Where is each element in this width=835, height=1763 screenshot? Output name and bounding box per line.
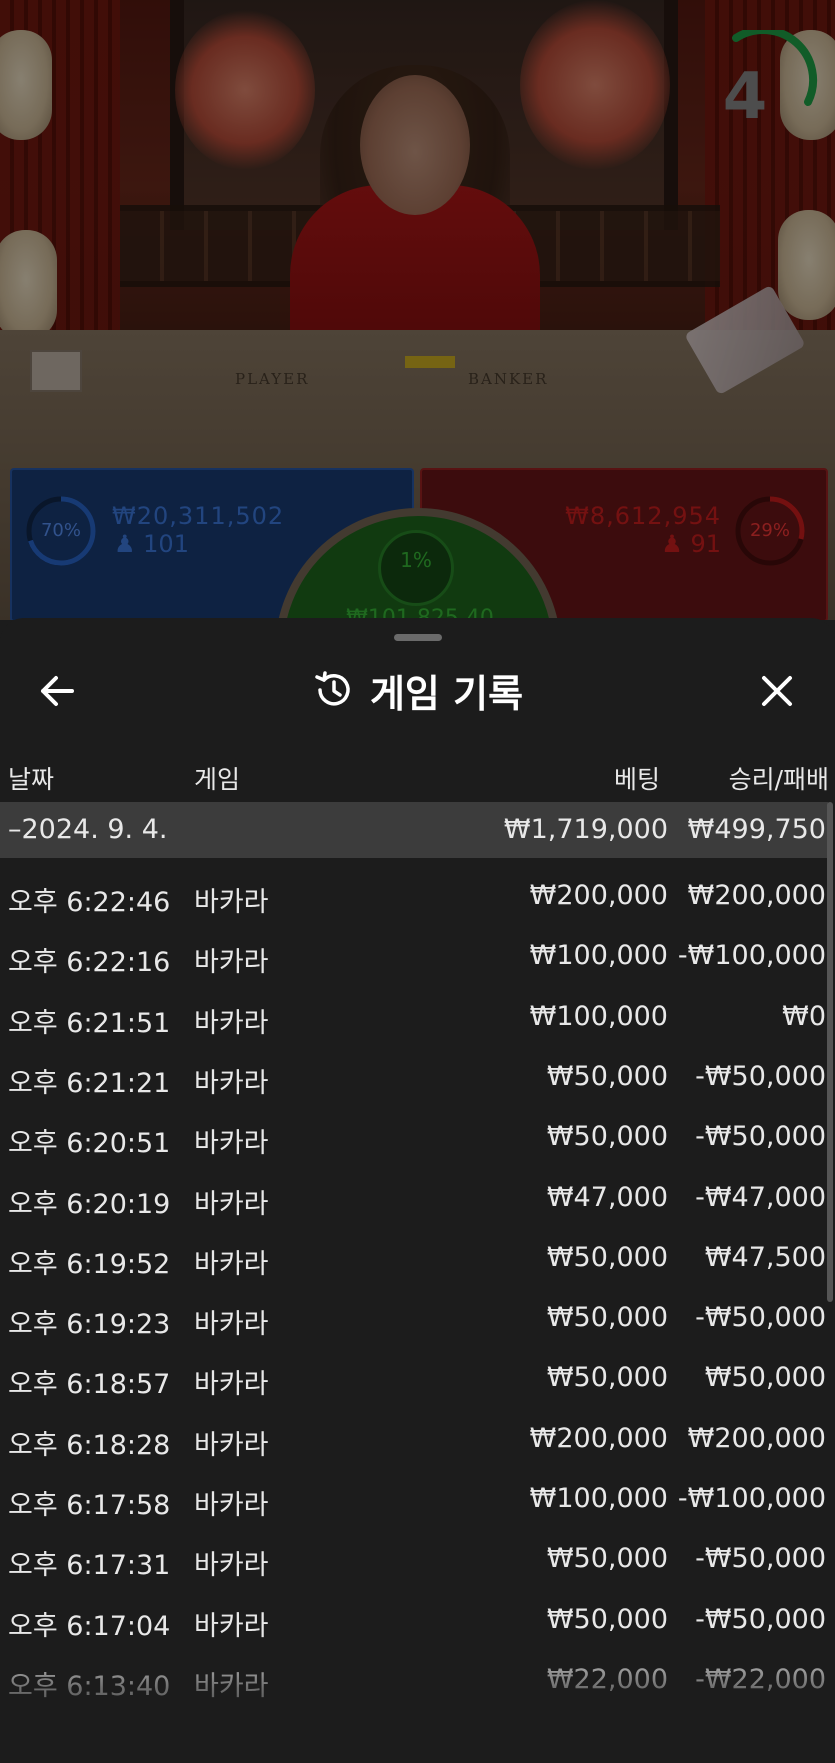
row-result: ₩50,000 xyxy=(704,1362,826,1394)
history-row[interactable]: 오후 6:22:16 바카라 ₩100,000 -₩100,000 xyxy=(0,926,828,986)
row-time: 오후 6:21:51 xyxy=(8,1007,171,1039)
history-row[interactable]: 오후 6:20:51 바카라 ₩50,000 -₩50,000 xyxy=(0,1107,828,1167)
row-time: 오후 6:20:19 xyxy=(8,1188,171,1220)
row-time: 오후 6:21:21 xyxy=(8,1067,171,1099)
row-bet: ₩50,000 xyxy=(546,1302,668,1334)
history-row[interactable]: 오후 6:13:40 바카라 ₩22,000 -₩22,000 xyxy=(0,1650,828,1710)
row-time: 오후 6:18:28 xyxy=(8,1429,171,1461)
row-result: -₩100,000 xyxy=(677,1483,826,1514)
row-time: 오후 6:18:57 xyxy=(8,1369,171,1401)
row-game: 바카라 xyxy=(194,1309,269,1341)
row-game: 바카라 xyxy=(194,1490,269,1521)
row-game: 바카라 xyxy=(194,1248,269,1280)
row-result: -₩50,000 xyxy=(695,1121,826,1153)
row-game: 바카라 xyxy=(194,1188,269,1220)
history-icon xyxy=(315,671,350,706)
row-time: 오후 6:17:31 xyxy=(8,1550,171,1582)
row-time: 오후 6:17:04 xyxy=(8,1610,171,1642)
column-header-date: 날짜 xyxy=(8,765,55,794)
row-time: 오후 6:22:46 xyxy=(8,887,171,918)
row-game: 바카라 xyxy=(194,1128,269,1160)
sheet-drag-handle[interactable] xyxy=(394,634,442,641)
row-result: -₩50,000 xyxy=(695,1302,826,1334)
row-result: -₩100,000 xyxy=(677,940,826,972)
column-header-bet: 베팅 xyxy=(613,765,660,794)
history-row[interactable]: 오후 6:22:46 바카라 ₩200,000 ₩200,000 xyxy=(0,866,828,926)
row-game: 바카라 xyxy=(194,1007,269,1039)
date-group-bet-total: ₩1,719,000 xyxy=(503,814,668,845)
close-icon[interactable] xyxy=(748,662,806,720)
row-result: ₩200,000 xyxy=(687,880,826,911)
row-time: 오후 6:22:16 xyxy=(8,947,171,979)
row-game: 바카라 xyxy=(194,1369,269,1401)
row-game: 바카라 xyxy=(194,1670,269,1702)
game-history-sheet: 게임 기록 날짜 게임 베팅 승리/패배 –2024. 9. 4. ₩1,719… xyxy=(0,618,835,1763)
modal-overlay[interactable] xyxy=(0,0,835,620)
history-row[interactable]: 오후 6:19:23 바카라 ₩50,000 -₩50,000 xyxy=(0,1288,828,1348)
row-result: ₩0 xyxy=(782,1000,826,1032)
row-bet: ₩50,000 xyxy=(546,1121,668,1153)
row-game: 바카라 xyxy=(194,1610,269,1642)
history-row[interactable]: 오후 6:18:28 바카라 ₩200,000 ₩200,000 xyxy=(0,1409,828,1469)
row-bet: ₩100,000 xyxy=(529,1000,668,1032)
row-game: 바카라 xyxy=(194,1550,269,1582)
row-bet: ₩50,000 xyxy=(546,1362,668,1394)
row-bet: ₩22,000 xyxy=(546,1663,668,1695)
history-row[interactable]: 오후 6:18:57 바카라 ₩50,000 ₩50,000 xyxy=(0,1348,828,1408)
history-row[interactable]: 오후 6:17:58 바카라 ₩100,000 -₩100,000 xyxy=(0,1469,828,1529)
row-time: 오후 6:13:40 xyxy=(8,1670,171,1702)
row-time: 오후 6:20:51 xyxy=(8,1128,171,1160)
table-header: 날짜 게임 베팅 승리/패배 xyxy=(0,752,835,798)
row-bet: ₩100,000 xyxy=(529,1483,668,1514)
row-game: 바카라 xyxy=(194,1067,269,1099)
row-bet: ₩50,000 xyxy=(546,1060,668,1092)
sheet-header: 게임 기록 xyxy=(0,658,835,722)
row-game: 바카라 xyxy=(194,1429,269,1461)
row-bet: ₩200,000 xyxy=(529,880,668,911)
history-row[interactable]: 오후 6:21:51 바카라 ₩100,000 ₩0 xyxy=(0,987,828,1047)
row-bet: ₩200,000 xyxy=(529,1422,668,1454)
scrollbar[interactable] xyxy=(827,802,833,1302)
column-header-winloss: 승리/패배 xyxy=(728,765,829,794)
row-result: -₩50,000 xyxy=(695,1060,826,1092)
row-game: 바카라 xyxy=(194,947,269,979)
row-bet: ₩50,000 xyxy=(546,1543,668,1575)
row-result: -₩47,000 xyxy=(695,1181,826,1213)
column-header-game: 게임 xyxy=(194,765,241,794)
live-video: PLAYER BANKER 4 70% ₩20,311,502 ♟ 101 29… xyxy=(0,0,835,620)
date-group-row[interactable]: –2024. 9. 4. ₩1,719,000 ₩499,750 xyxy=(0,802,828,858)
row-bet: ₩50,000 xyxy=(546,1603,668,1635)
row-time: 오후 6:19:52 xyxy=(8,1248,171,1280)
row-bet: ₩50,000 xyxy=(546,1241,668,1273)
row-time: 오후 6:19:23 xyxy=(8,1309,171,1341)
history-row[interactable]: 오후 6:19:52 바카라 ₩50,000 ₩47,500 xyxy=(0,1228,828,1288)
history-row[interactable]: 오후 6:21:21 바카라 ₩50,000 -₩50,000 xyxy=(0,1047,828,1107)
row-result: -₩50,000 xyxy=(695,1543,826,1575)
date-group-label: –2024. 9. 4. xyxy=(8,814,168,845)
sheet-title: 게임 기록 xyxy=(369,671,524,716)
date-group-winloss-total: ₩499,750 xyxy=(687,814,826,845)
row-result: ₩200,000 xyxy=(687,1422,826,1454)
row-result: -₩22,000 xyxy=(695,1663,826,1695)
row-time: 오후 6:17:58 xyxy=(8,1490,171,1521)
history-row[interactable]: 오후 6:17:31 바카라 ₩50,000 -₩50,000 xyxy=(0,1529,828,1589)
row-result: ₩47,500 xyxy=(704,1241,826,1273)
history-row[interactable]: 오후 6:17:04 바카라 ₩50,000 -₩50,000 xyxy=(0,1590,828,1650)
row-game: 바카라 xyxy=(194,887,269,918)
row-bet: ₩47,000 xyxy=(546,1181,668,1213)
row-result: -₩50,000 xyxy=(695,1603,826,1635)
history-row[interactable]: 오후 6:20:19 바카라 ₩47,000 -₩47,000 xyxy=(0,1168,828,1228)
row-bet: ₩100,000 xyxy=(529,940,668,972)
